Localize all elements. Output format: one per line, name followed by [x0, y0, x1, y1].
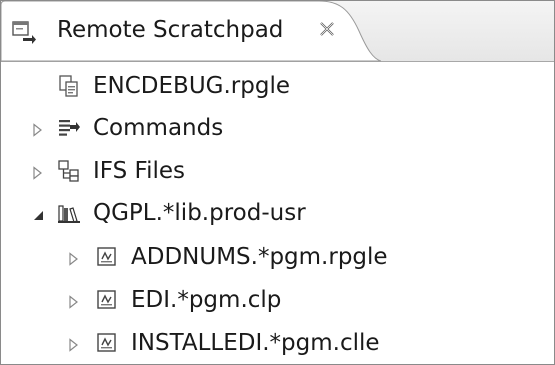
- program-icon: [95, 288, 119, 312]
- tree-item-label: Commands: [93, 115, 224, 141]
- expand-arrow-icon[interactable]: [31, 165, 45, 180]
- expand-arrow-icon[interactable]: [67, 251, 81, 266]
- close-icon[interactable]: [316, 18, 338, 40]
- scratchpad-tree: ENCDEBUG.rpgle Commands IFS Files QGPL.*…: [1, 62, 554, 364]
- ifs-files-icon: [57, 159, 81, 183]
- expand-arrow-icon[interactable]: [31, 122, 45, 137]
- tree-item-label: INSTALLEDI.*pgm.clle: [131, 330, 380, 356]
- collapse-arrow-icon[interactable]: [31, 207, 45, 221]
- program-icon: [95, 245, 119, 269]
- tree-item-label: ENCDEBUG.rpgle: [93, 73, 290, 99]
- remote-scratchpad-view: Remote Scratchpad ENCDEBUG.rpgle Command…: [0, 0, 555, 365]
- tree-item[interactable]: Commands: [1, 108, 554, 148]
- tree-item[interactable]: QGPL.*lib.prod-usr: [1, 193, 554, 233]
- view-tab-bar: Remote Scratchpad: [1, 1, 554, 62]
- file-copy-icon: [57, 74, 81, 98]
- tree-item-label: QGPL.*lib.prod-usr: [93, 200, 306, 226]
- expand-arrow-icon[interactable]: [67, 294, 81, 309]
- remote-scratchpad-icon: [11, 19, 37, 45]
- tree-item[interactable]: INSTALLEDI.*pgm.clle: [1, 323, 554, 363]
- tree-item-label: IFS Files: [93, 158, 185, 184]
- tree-item-label: EDI.*pgm.clp: [131, 287, 282, 313]
- tree-item[interactable]: EDI.*pgm.clp: [1, 280, 554, 320]
- tree-item[interactable]: ADDNUMS.*pgm.rpgle: [1, 237, 554, 277]
- tab-remote-scratchpad[interactable]: Remote Scratchpad: [1, 1, 381, 62]
- library-icon: [57, 201, 81, 225]
- program-icon: [95, 331, 119, 355]
- expand-arrow-icon[interactable]: [67, 337, 81, 352]
- tree-item-label: ADDNUMS.*pgm.rpgle: [131, 244, 388, 270]
- tab-title: Remote Scratchpad: [57, 17, 284, 43]
- commands-icon: [57, 116, 81, 140]
- tree-item[interactable]: ENCDEBUG.rpgle: [1, 66, 554, 106]
- tree-item[interactable]: IFS Files: [1, 151, 554, 191]
